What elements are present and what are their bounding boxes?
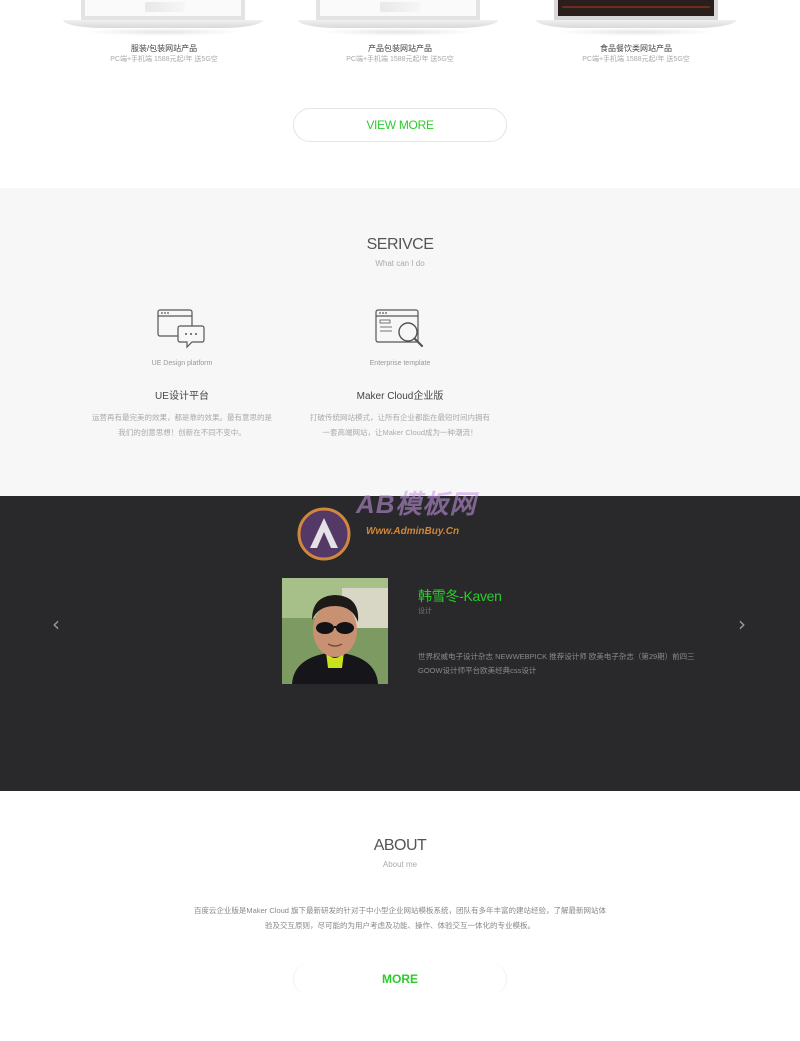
watermark-url: Www.AdminBuy.Cn [366, 526, 460, 537]
chat-window-icon [157, 309, 205, 349]
service-description-line: 一套高端网站，让Maker Cloud成为一种潮流！ [322, 428, 478, 437]
service-description-line: 我们的创意思想！创新在不同不变中。 [118, 428, 246, 437]
service-title: Maker Cloud企业版 [356, 391, 444, 402]
product-subtitle: PC端+手机端 1588元起/年 送5G空 [110, 56, 218, 63]
product-title[interactable]: 食品餐饮类网站产品 [516, 43, 756, 54]
avatar [282, 578, 388, 684]
section-subtitle: About me [382, 860, 418, 869]
person-name: 韩雪冬-Kaven [418, 588, 502, 604]
service-title: UE设计平台 [155, 391, 209, 402]
product-title[interactable]: 产品包装网站产品 [280, 43, 520, 54]
about-description-line: 验及交互原则，尽可能的为用户考虑及功能、操作、体验交互一体化的专业模板。 [265, 921, 535, 930]
about-description-line: 百度云企业版是Maker Cloud 旗下最新研发的针对于中小型企业网站模板系统… [193, 906, 607, 915]
service-section: SERIVCE What can I do UE Design platform… [0, 188, 800, 496]
watermark-text: AB模板网 [356, 489, 477, 519]
about-description: 百度云企业版是Maker Cloud 旗下最新研发的针对于中小型企业网站模板系统… [180, 903, 620, 933]
search-window-icon [375, 309, 424, 348]
service-description-line: 运营再有最完美的效果，都是靠的效果。最有意思的是 [92, 413, 272, 422]
service-description: 打破传统网站模式，让所有企业都能在最短时间内拥有 一套高端网站，让Maker C… [300, 410, 500, 440]
product-subtitle: PC端+手机端 1588元起/年 送5G空 [582, 56, 690, 63]
section-title: ABOUT [373, 837, 427, 854]
person-description: 世界权威电子设计杂志 NEWWEBPICK 推荐设计师 欧美电子杂志（第29期）… [418, 650, 718, 678]
product-thumbnail-3[interactable] [536, 0, 736, 40]
service-description: 运营再有最完美的效果，都是靠的效果。最有意思的是 我们的创意思想！创新在不同不变… [82, 410, 282, 440]
chevron-left-icon[interactable]: ‹ [52, 614, 60, 634]
person-description-line: 世界权威电子设计杂志 NEWWEBPICK 推荐设计师 欧美电子杂志（第29期）… [418, 652, 695, 661]
service-description-line: 打破传统网站模式，让所有企业都能在最短时间内拥有 [310, 413, 490, 422]
watermark-logo: AB模板网 Www.AdminBuy.Cn [296, 480, 516, 564]
page: 服装/包装网站产品 PC端+手机端 1588元起/年 送5G空 产品包装网站产品… [0, 0, 800, 1041]
product-thumbnail-2[interactable] [298, 0, 498, 40]
person-description-line: GOOW设计师平台欧美经典css设计 [418, 666, 537, 675]
product-thumbnail-1[interactable] [63, 0, 263, 40]
about-section: ABOUT About me 百度云企业版是Maker Cloud 旗下最新研发… [0, 791, 800, 1041]
section-subtitle: What can I do [375, 259, 425, 268]
more-button[interactable]: MORE [293, 963, 507, 995]
products-section: 服装/包装网站产品 PC端+手机端 1588元起/年 送5G空 产品包装网站产品… [0, 0, 800, 188]
person-role: 设计 [418, 608, 432, 615]
watermark-emblem-icon [297, 507, 351, 561]
section-title: SERIVCE [366, 236, 434, 253]
product-subtitle: PC端+手机端 1588元起/年 送5G空 [346, 56, 454, 63]
chevron-right-icon[interactable]: › [738, 614, 746, 634]
product-title[interactable]: 服装/包装网站产品 [44, 43, 284, 54]
view-more-button[interactable]: VIEW MORE [293, 108, 507, 142]
service-en-label: UE Design platform [151, 360, 213, 367]
service-en-label: Enterprise template [369, 360, 431, 367]
